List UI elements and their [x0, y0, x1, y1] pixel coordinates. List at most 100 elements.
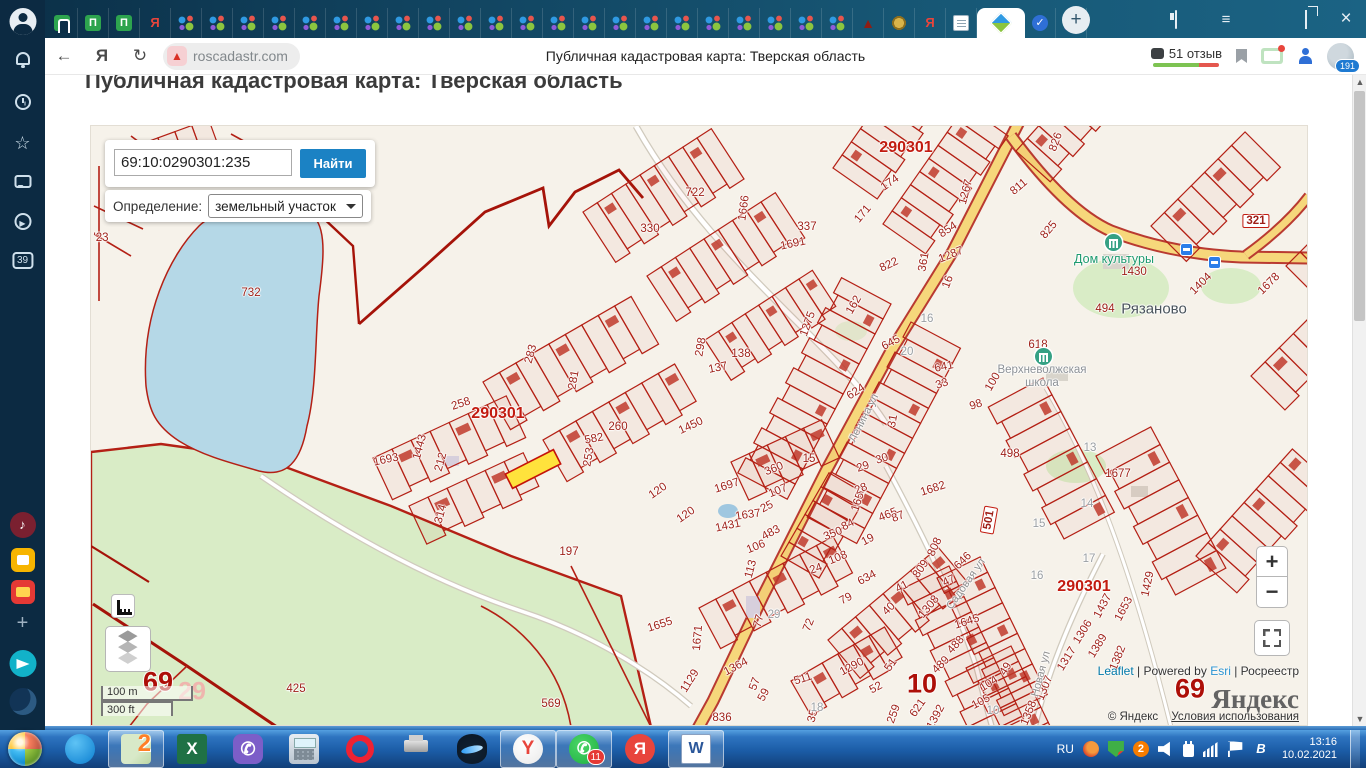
definition-select[interactable]: земельный участок	[208, 194, 363, 218]
profile-person-icon[interactable]	[1297, 48, 1313, 64]
taskbar-item-skype[interactable]	[52, 730, 108, 768]
zoom-out-button[interactable]: −	[1256, 577, 1288, 608]
browser-tab[interactable]	[295, 8, 326, 38]
browser-tab[interactable]	[140, 8, 171, 38]
scrollbar-thumb[interactable]	[1354, 91, 1365, 321]
messenger-app-icon[interactable]	[9, 650, 36, 677]
tray-flag-icon[interactable]	[1228, 741, 1244, 757]
browser-tab[interactable]	[481, 8, 512, 38]
night-mode-icon[interactable]	[9, 688, 36, 715]
avatar[interactable]: 191	[1327, 43, 1354, 70]
terms-link[interactable]: Условия использования	[1171, 711, 1299, 723]
browser-tab[interactable]	[357, 8, 388, 38]
tray-shield-icon[interactable]	[1108, 741, 1124, 757]
browser-tab[interactable]	[729, 8, 760, 38]
video-play-icon[interactable]: ▶	[14, 213, 31, 230]
browser-tab[interactable]	[543, 8, 574, 38]
browser-tab[interactable]	[636, 8, 667, 38]
fullscreen-button[interactable]	[1254, 620, 1290, 656]
school-icon[interactable]	[1035, 348, 1052, 365]
favorites-star-icon[interactable]: ☆	[14, 133, 30, 154]
browser-tab[interactable]	[171, 8, 202, 38]
reload-button[interactable]: ↻	[121, 46, 159, 66]
bus-stop-icon[interactable]	[1181, 244, 1192, 255]
browser-tab[interactable]	[884, 8, 915, 38]
language-indicator[interactable]: RU	[1057, 742, 1074, 756]
add-app-icon[interactable]: +	[17, 612, 29, 635]
back-button[interactable]: ←	[45, 46, 83, 66]
close-button[interactable]: ×	[1326, 8, 1366, 30]
browser-tab[interactable]	[946, 8, 977, 38]
tray-volume-icon[interactable]	[1158, 741, 1174, 757]
taskbar-item-yandex-browser[interactable]	[500, 730, 556, 768]
browser-tab[interactable]	[760, 8, 791, 38]
browser-tab[interactable]	[388, 8, 419, 38]
culture-house-icon[interactable]	[1105, 234, 1122, 251]
taskbar-item-whatsapp[interactable]: 11	[556, 730, 612, 768]
music-app-icon[interactable]	[10, 512, 36, 538]
new-tab-button[interactable]: +	[1062, 6, 1090, 34]
taskbar-item-disk-app[interactable]	[444, 730, 500, 768]
browser-tab[interactable]	[512, 8, 543, 38]
mail-icon[interactable]	[1261, 48, 1283, 64]
start-button[interactable]	[8, 732, 42, 766]
show-desktop-button[interactable]	[1350, 730, 1360, 768]
taskbar-item-yandex[interactable]	[612, 730, 668, 768]
page-scrollbar[interactable]: ▲ ▼	[1352, 75, 1366, 726]
taskbar-item-word[interactable]	[668, 730, 724, 768]
scroll-up-icon[interactable]: ▲	[1353, 75, 1366, 89]
taskbar-clock[interactable]: 13:16 10.02.2021	[1278, 736, 1341, 762]
history-clock-icon[interactable]	[15, 94, 31, 110]
comments-icon[interactable]	[14, 175, 31, 188]
tray-power-icon[interactable]	[1183, 744, 1194, 757]
browser-tab[interactable]	[915, 8, 946, 38]
taskbar-item-viber[interactable]	[220, 730, 276, 768]
bookmarks-panel-icon[interactable]	[1156, 11, 1196, 28]
address-bar[interactable]: ▲ roscadastr.com	[163, 43, 300, 70]
security-warning-icon[interactable]: ▲	[167, 46, 187, 66]
browser-tab[interactable]	[202, 8, 233, 38]
active-tab[interactable]	[977, 8, 1025, 38]
layers-button[interactable]: ◆◆◆	[105, 626, 151, 672]
scroll-down-icon[interactable]: ▼	[1353, 712, 1366, 726]
browser-tab[interactable]	[233, 8, 264, 38]
browser-tab[interactable]	[419, 8, 450, 38]
browser-tab[interactable]	[78, 8, 109, 38]
taskbar-item-2gis[interactable]	[108, 730, 164, 768]
market-app-icon[interactable]	[11, 548, 35, 572]
tray-ccleaner-icon[interactable]	[1083, 741, 1099, 757]
taskbar-item-excel[interactable]	[164, 730, 220, 768]
esri-link[interactable]: Esri	[1210, 664, 1231, 678]
tray-bluetooth-icon[interactable]	[1253, 741, 1269, 757]
zoom-in-button[interactable]: +	[1256, 546, 1288, 577]
browser-tab[interactable]	[791, 8, 822, 38]
leaflet-link[interactable]: Leaflet	[1098, 664, 1134, 678]
taskbar-item-fax[interactable]	[388, 730, 444, 768]
bus-stop-icon[interactable]	[1209, 257, 1220, 268]
downloads-badge[interactable]: 39	[12, 252, 33, 269]
browser-tab[interactable]	[667, 8, 698, 38]
browser-tab[interactable]	[574, 8, 605, 38]
measure-button[interactable]	[111, 594, 135, 618]
parcel-search-input[interactable]	[114, 149, 292, 176]
bookmark-flag-icon[interactable]	[1236, 49, 1247, 63]
search-button[interactable]: Найти	[300, 149, 366, 178]
taskbar-item-calculator[interactable]	[276, 730, 332, 768]
yandex-button[interactable]: Я	[83, 46, 121, 66]
restore-button[interactable]	[1286, 11, 1326, 28]
browser-tab[interactable]	[822, 8, 853, 38]
browser-tab[interactable]	[264, 8, 295, 38]
browser-tab[interactable]	[698, 8, 729, 38]
browser-tab[interactable]	[450, 8, 481, 38]
tray-2gis-icon[interactable]	[1133, 741, 1149, 757]
menu-icon[interactable]: ≡	[1206, 11, 1246, 28]
reviews-widget[interactable]: 51 отзыв	[1151, 46, 1222, 67]
tray-network-icon[interactable]	[1203, 741, 1219, 757]
map[interactable]: 29030129030129030169691029732'2372233016…	[90, 125, 1308, 726]
browser-tab[interactable]	[1025, 8, 1056, 38]
mail-app-icon[interactable]	[11, 580, 35, 604]
notifications-bell-icon[interactable]	[16, 52, 30, 65]
browser-tab[interactable]	[853, 8, 884, 38]
taskbar-item-opera[interactable]	[332, 730, 388, 768]
browser-tab[interactable]	[47, 8, 78, 38]
